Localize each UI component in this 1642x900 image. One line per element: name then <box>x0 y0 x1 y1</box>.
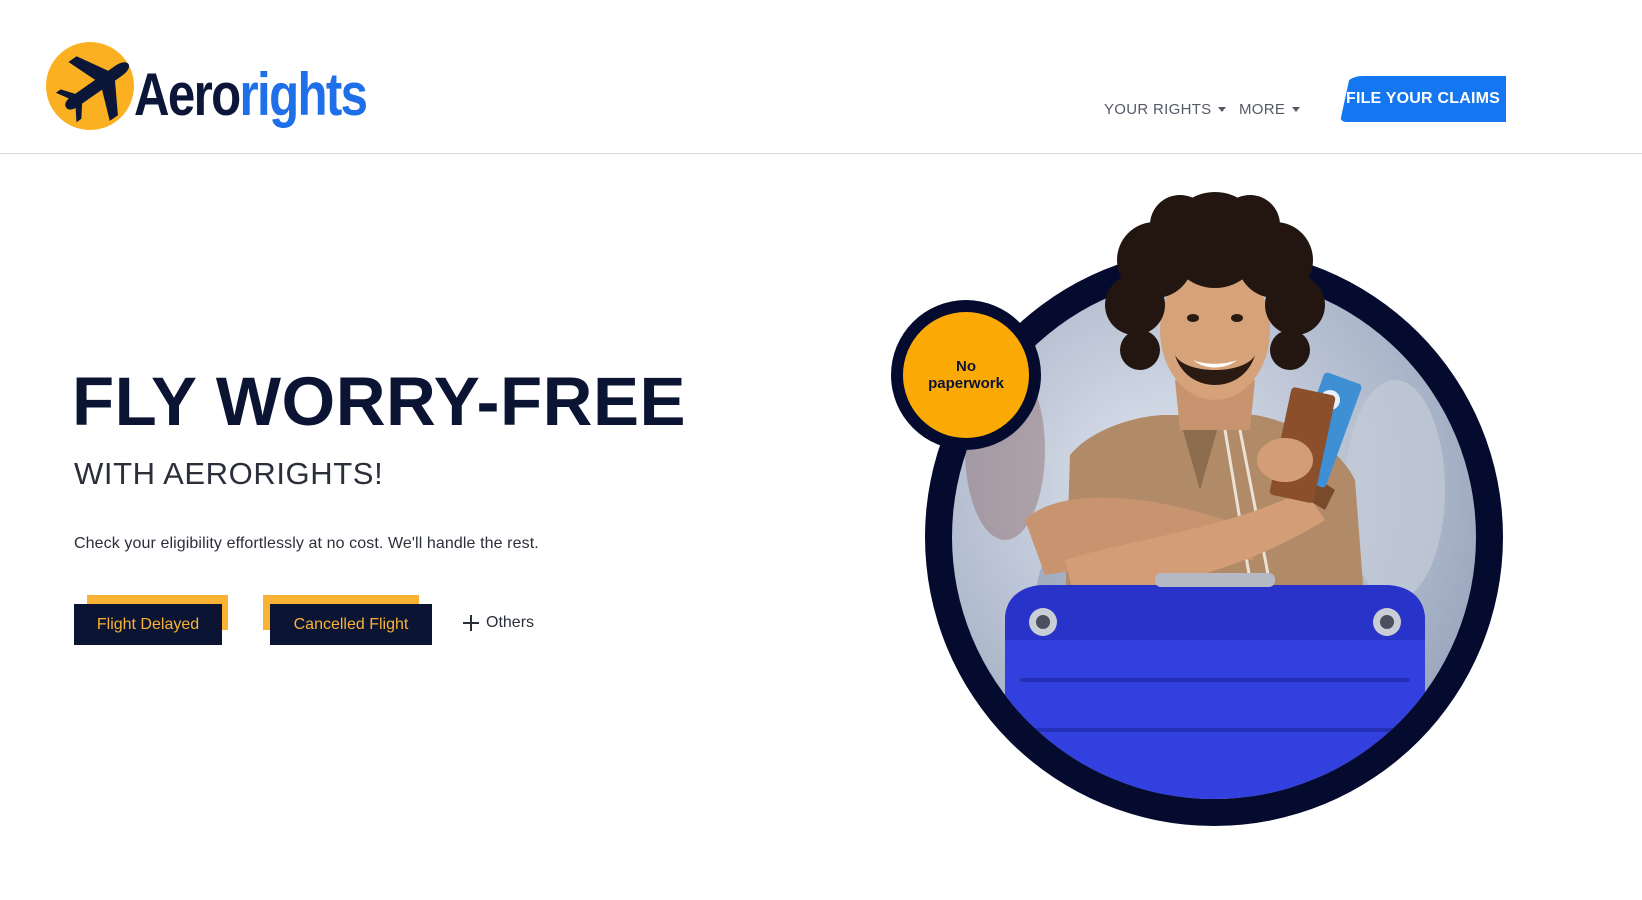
badge-line-1: No <box>956 358 976 375</box>
cancelled-flight-button[interactable]: Cancelled Flight <box>270 604 432 645</box>
nav-more-label: MORE <box>1239 100 1286 118</box>
flight-delayed-button[interactable]: Flight Delayed <box>74 604 222 645</box>
hero-subtitle: WITH AERORIGHTS! <box>74 456 384 491</box>
chevron-down-icon <box>1218 106 1227 112</box>
airplane-icon <box>55 50 140 123</box>
file-claims-button[interactable]: FILE YOUR CLAIMS <box>1340 76 1506 122</box>
nav-your-rights[interactable]: YOUR RIGHTS <box>1104 99 1227 119</box>
hero-description: Check your eligibility effortlessly at n… <box>74 535 539 552</box>
nav-your-rights-label: YOUR RIGHTS <box>1104 100 1212 118</box>
no-paperwork-badge: No paperwork <box>903 312 1029 438</box>
cancelled-flight-button-group: Cancelled Flight <box>263 595 433 645</box>
others-button[interactable]: Others <box>463 614 534 632</box>
plus-icon <box>463 615 479 631</box>
site-header: Aerorights YOUR RIGHTS MORE FILE YOUR CL… <box>0 0 1642 154</box>
badge-line-2: paperwork <box>928 375 1004 392</box>
nav-more[interactable]: MORE <box>1239 99 1301 119</box>
chevron-down-icon <box>1292 106 1301 112</box>
others-label: Others <box>486 614 535 631</box>
hero-title: FLY WORRY-FREE <box>72 363 687 440</box>
file-claims-label: FILE YOUR CLAIMS <box>1345 90 1500 107</box>
flight-delayed-button-group: Flight Delayed <box>74 595 234 645</box>
logo-text-aero: Aero <box>134 61 241 128</box>
logo-text-rights: rights <box>239 61 368 128</box>
traveler-illustration <box>965 192 1445 799</box>
logo-wordmark: Aerorights <box>134 61 368 128</box>
logo[interactable]: Aerorights <box>46 40 376 136</box>
